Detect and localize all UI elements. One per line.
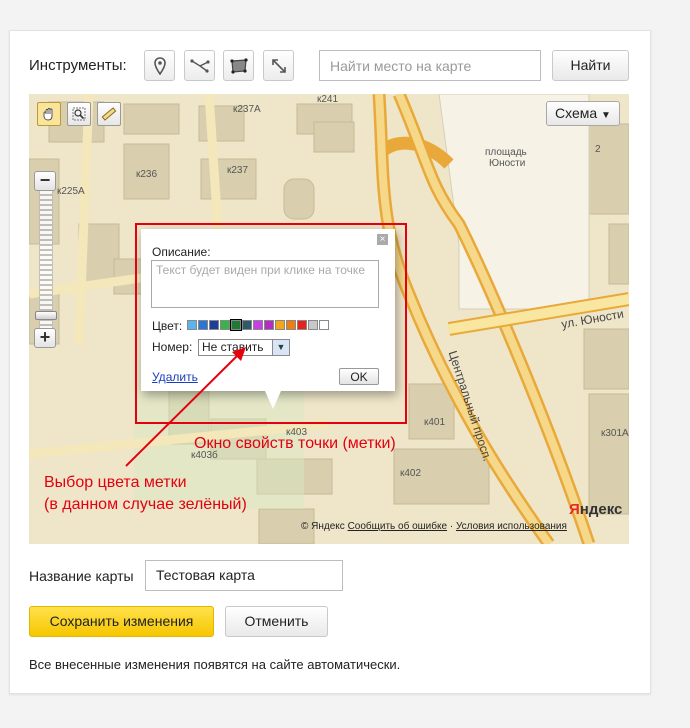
map-name-input[interactable]: Тестовая карта <box>145 560 343 591</box>
autosave-note: Все внесенные изменения появятся на сайт… <box>29 657 401 672</box>
annotation-color-line1: Выбор цвета метки <box>44 474 187 491</box>
annotation-window-note: Окно свойств точки (метки) <box>194 435 396 452</box>
map-name-label: Название карты <box>29 568 134 584</box>
annotation-color-line2: (в данном случае зелёный) <box>44 496 247 513</box>
annotation-color-note: Выбор цвета метки (в данном случае зелён… <box>44 472 247 516</box>
cancel-button[interactable]: Отменить <box>225 606 328 637</box>
save-changes-button[interactable]: Сохранить изменения <box>29 606 214 637</box>
